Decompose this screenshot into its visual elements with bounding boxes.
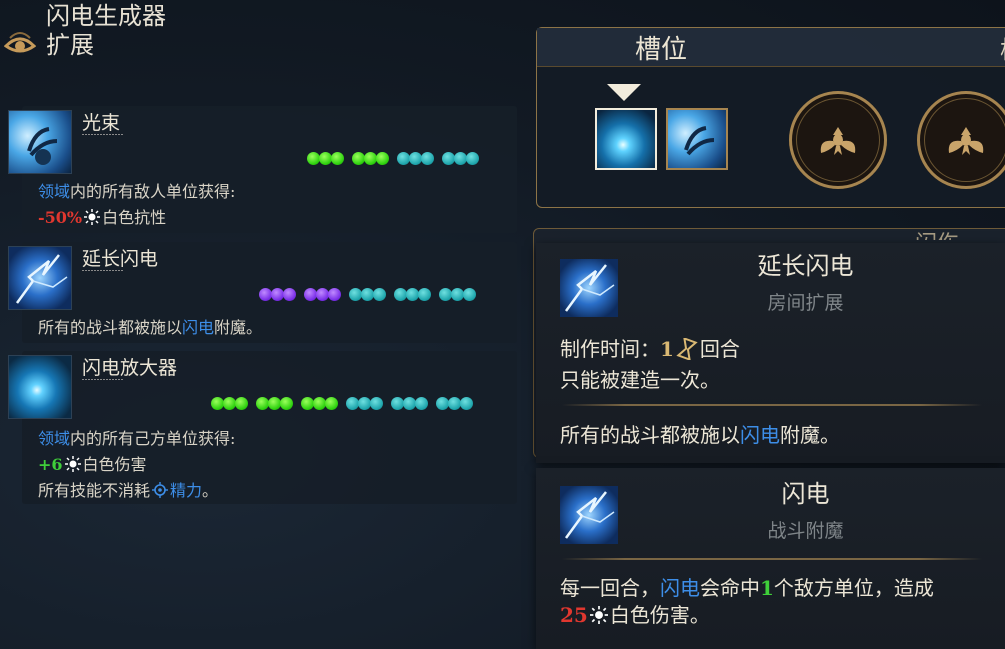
lightning-link[interactable]: 闪电 xyxy=(182,318,214,337)
tooltip-damage: 25 白色伤害。 xyxy=(560,603,710,627)
tooltip-extended-lightning: 延长闪电 房间扩展 制作时间：1 回合 只能被建造一次。 所有的战斗都被施以闪电附… xyxy=(536,243,1005,463)
effect-line: 所有技能不消耗 精力。 xyxy=(38,481,219,500)
tooltip-lightning: 闪电 战斗附魔 每一回合，闪电会命中1个敌方单位，造成 25 白色伤害。 xyxy=(536,468,1005,649)
page-title: 闪电生成器 xyxy=(46,2,166,30)
beetle-icon xyxy=(948,127,984,155)
card-name: 延长闪电 xyxy=(82,248,159,270)
list-item-lightning-amplifier[interactable]: 闪电放大器 领域内的所有己方单位获得: +6 白色伤害 所有技能不消耗 精力。 xyxy=(8,351,517,504)
empty-slot[interactable] xyxy=(789,91,887,189)
list-item-extended-lightning[interactable]: 延长闪电 所有的战斗都被施以闪电附魔。 xyxy=(8,242,517,343)
power-dots xyxy=(251,288,476,301)
effect-line: -50% 白色抗性 xyxy=(38,208,167,227)
eye-sigil-icon xyxy=(4,32,36,53)
card-name: 光束 xyxy=(82,112,121,134)
tooltip-subtitle: 战斗附魔 xyxy=(767,520,844,542)
effect-line: +6 白色伤害 xyxy=(38,455,147,474)
sun-icon xyxy=(84,209,101,225)
beetle-icon xyxy=(820,127,856,155)
underline xyxy=(82,270,124,271)
slot-panel-title: 槽位 xyxy=(635,35,688,65)
sun-icon xyxy=(589,606,608,624)
slot-panel-title-cut: 槽 xyxy=(1000,30,1005,65)
effect-line: 所有的战斗都被施以闪电附魔。 xyxy=(38,318,263,337)
beam-image xyxy=(8,110,72,174)
slot-amplifier[interactable] xyxy=(595,108,657,170)
lightning-link[interactable]: 闪电 xyxy=(740,423,780,447)
lightning-image xyxy=(8,246,72,310)
tooltip-title: 延长闪电 xyxy=(757,252,854,280)
list-item-beam[interactable]: 光束 领域内的所有敌人单位获得: -50% 白色抗性 xyxy=(8,106,517,233)
background-panel-title: 闪伤 xyxy=(915,226,959,240)
amplifier-image xyxy=(8,355,72,419)
lightning-link[interactable]: 闪电 xyxy=(660,576,700,600)
craft-time: 制作时间：1 回合 xyxy=(560,336,740,362)
selected-indicator xyxy=(607,84,641,101)
domain-link[interactable]: 领域 xyxy=(38,182,70,201)
tooltip-description: 每一回合，闪电会命中1个敌方单位，造成 xyxy=(560,576,934,600)
page-subtitle: 扩展 xyxy=(46,31,94,59)
slot-panel-header xyxy=(537,28,1005,67)
underline xyxy=(82,134,124,135)
separator xyxy=(562,558,982,560)
effect-line: 领域内的所有敌人单位获得: xyxy=(38,182,236,201)
effect-line: 领域内的所有己方单位获得: xyxy=(38,429,236,448)
slot-beam[interactable] xyxy=(666,108,728,170)
hourglass-icon xyxy=(676,336,698,362)
tooltip-description: 所有的战斗都被施以闪电附魔。 xyxy=(560,423,840,447)
empty-slot[interactable] xyxy=(917,91,1005,189)
power-dots xyxy=(203,397,473,410)
card-name: 闪电放大器 xyxy=(82,357,178,379)
sun-icon xyxy=(64,456,81,472)
stamina-icon xyxy=(152,482,169,498)
build-limit: 只能被建造一次。 xyxy=(560,368,720,392)
tooltip-subtitle: 房间扩展 xyxy=(767,292,844,314)
separator xyxy=(562,404,982,406)
domain-link[interactable]: 领域 xyxy=(38,429,70,448)
power-dots xyxy=(299,152,479,165)
underline xyxy=(82,379,124,380)
tooltip-title: 闪电 xyxy=(781,480,830,508)
stamina-link[interactable]: 精力 xyxy=(170,481,202,500)
